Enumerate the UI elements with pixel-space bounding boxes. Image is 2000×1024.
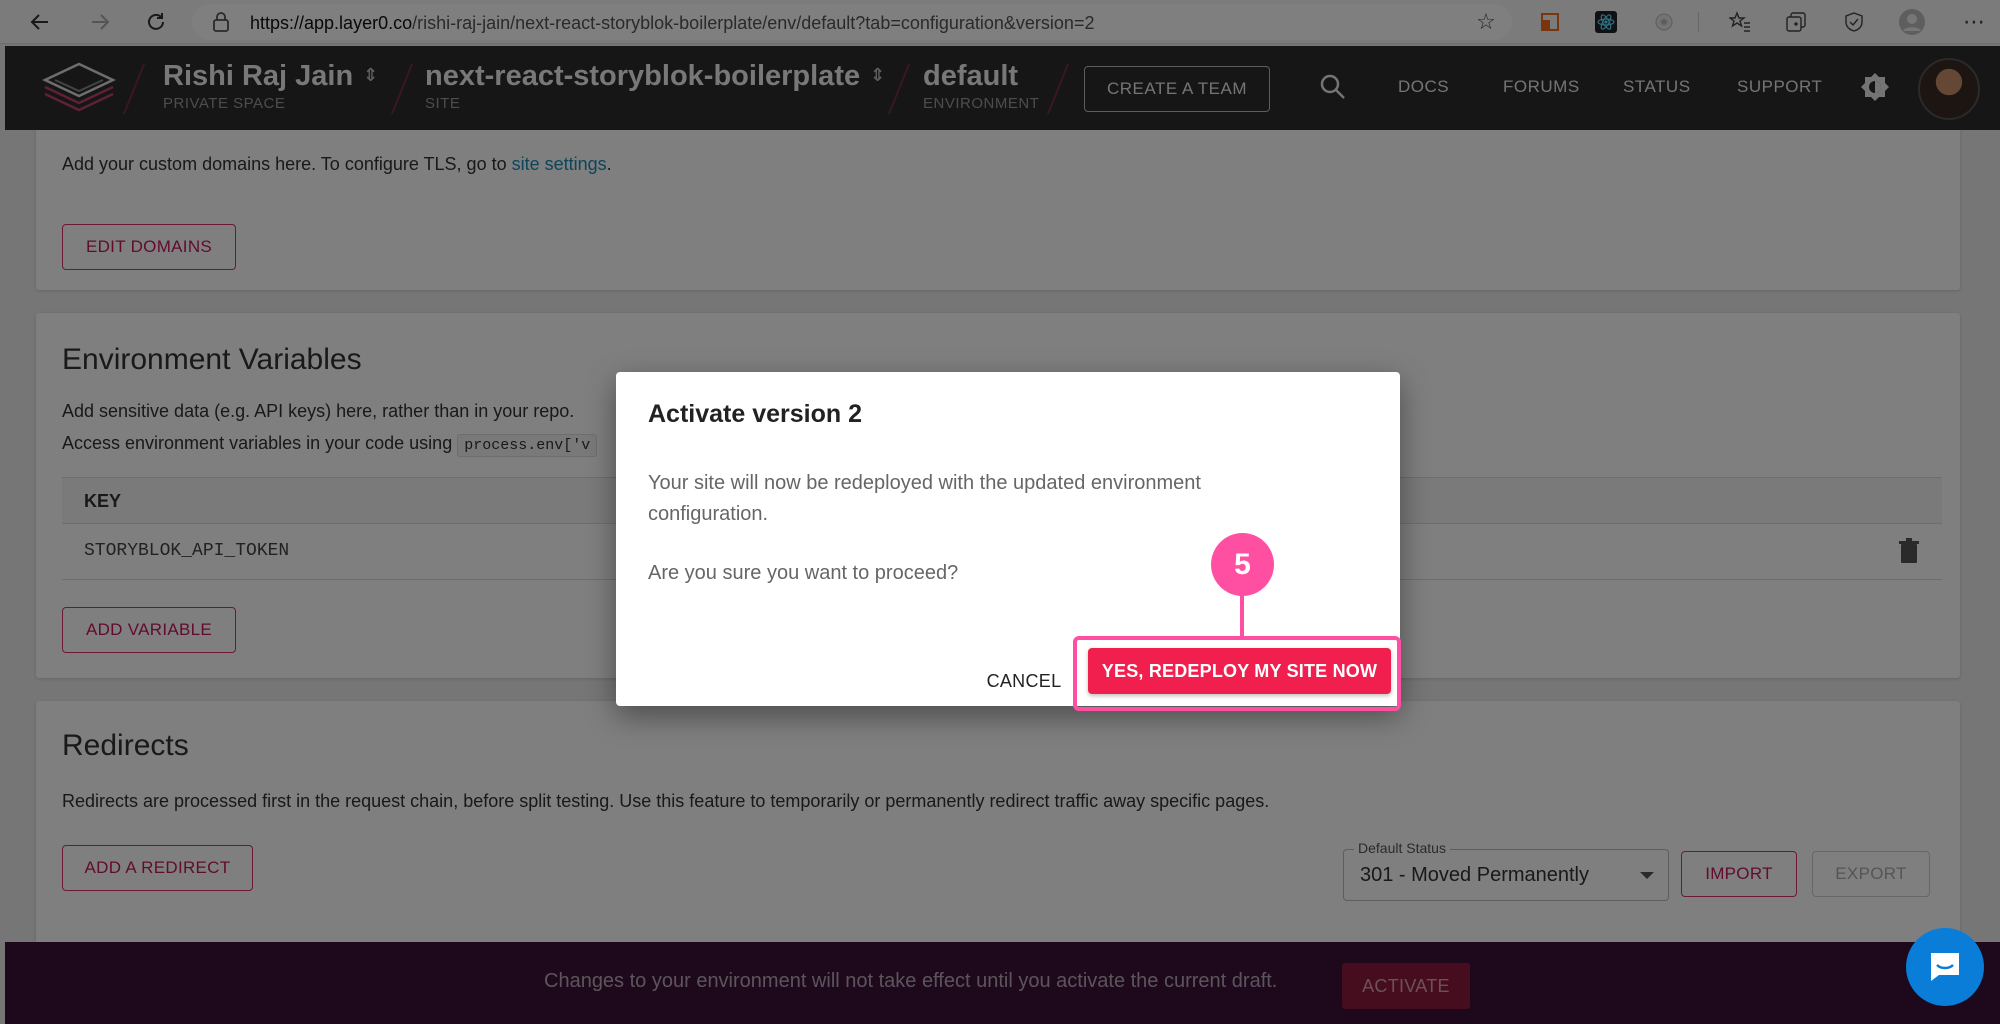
chat-launcher-icon[interactable] [1906,928,1984,1006]
dialog-question: Are you sure you want to proceed? [648,562,959,584]
cancel-button[interactable]: CANCEL [974,661,1074,701]
dialog-title: Activate version 2 [648,400,862,428]
step-highlight-box [1073,636,1401,711]
dialog-message: Your site will now be redeployed with th… [648,472,1201,525]
step-callout-connector [1240,594,1244,638]
step-number-badge: 5 [1211,533,1274,596]
